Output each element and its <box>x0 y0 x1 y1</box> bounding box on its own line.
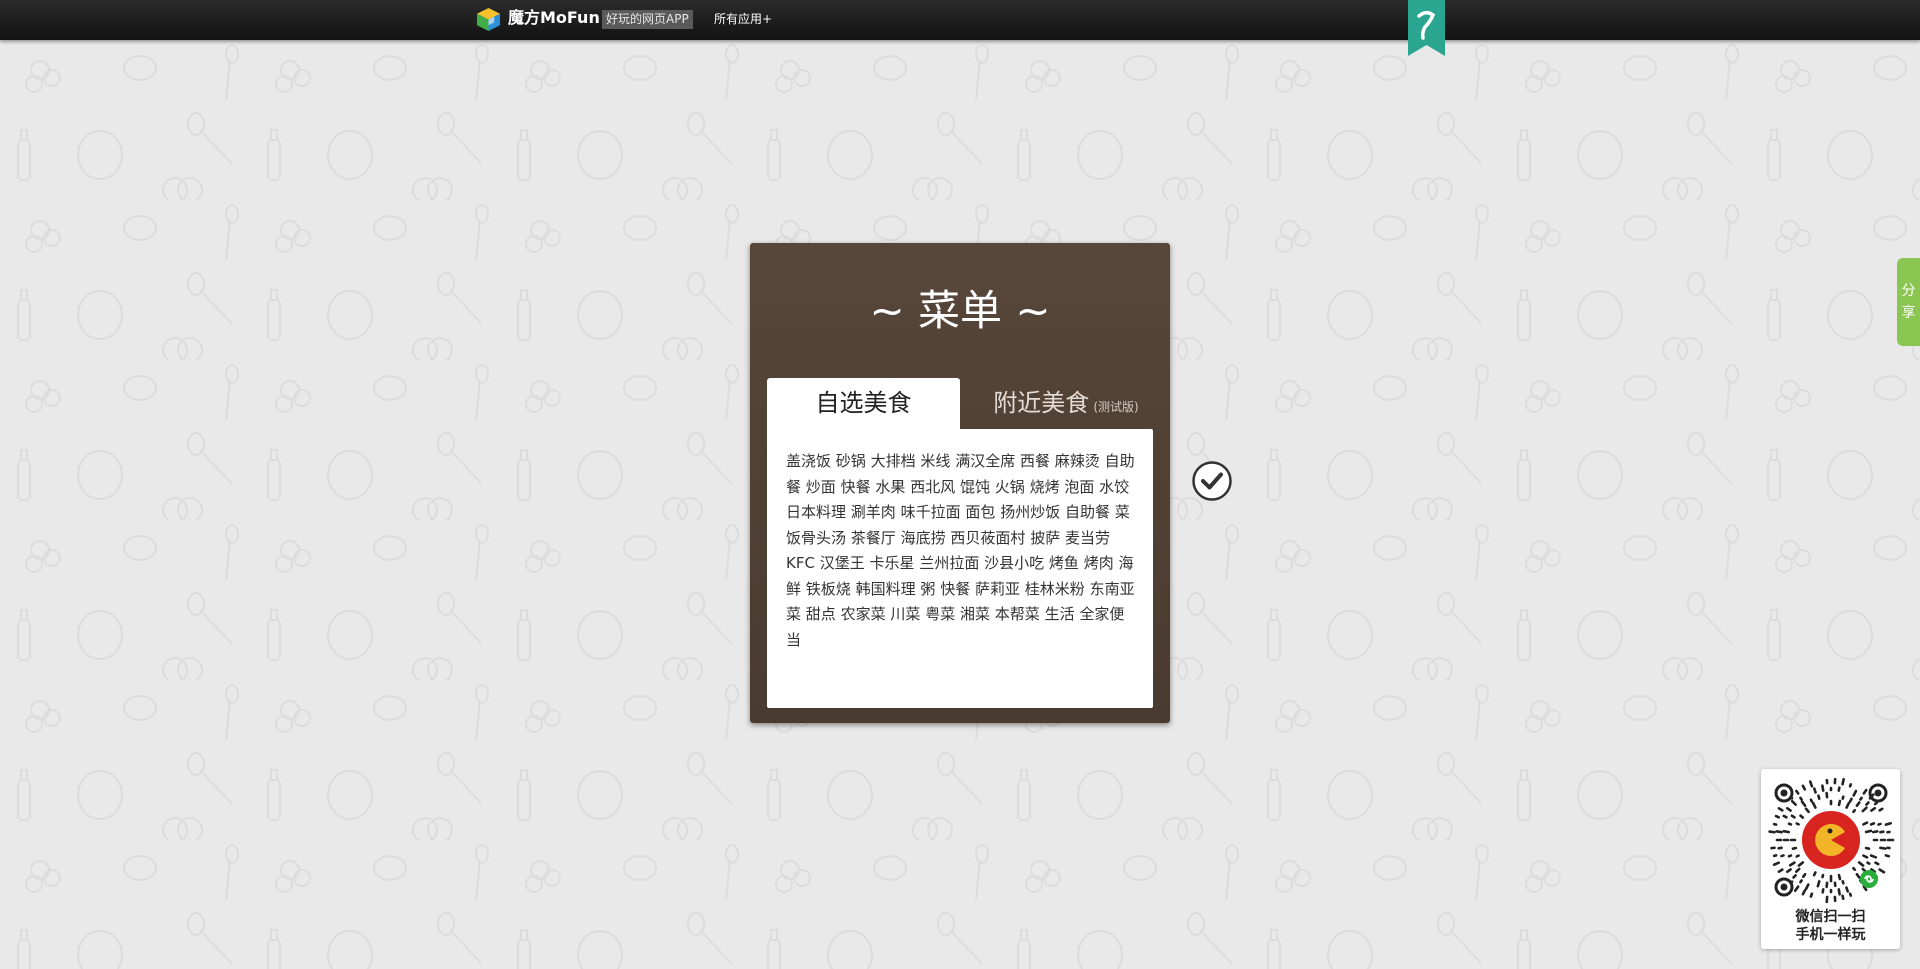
menu-item[interactable]: 快餐 <box>940 580 970 598</box>
menu-item[interactable]: 桂林米粉 <box>1025 580 1085 598</box>
menu-item[interactable]: 川菜 <box>890 605 920 623</box>
menu-item[interactable]: 味千拉面 <box>901 503 961 521</box>
site-slogan: 好玩的网页APP <box>602 10 693 29</box>
menu-item[interactable]: 扬州炒饭 <box>1000 503 1060 521</box>
menu-item[interactable]: 卡乐星 <box>870 554 915 572</box>
menu-item[interactable]: 大排档 <box>871 452 916 470</box>
tab-nearby-food[interactable]: 附近美食 (测试版) <box>976 378 1156 429</box>
tab-beta-note: (测试版) <box>1093 400 1139 414</box>
all-apps-link[interactable]: 所有应用+ <box>714 10 772 29</box>
top-navbar: 魔方MoFun 好玩的网页APP 所有应用+ <box>0 0 1920 40</box>
checkmark-icon[interactable] <box>1192 461 1232 501</box>
menu-item[interactable]: 火锅 <box>995 478 1025 496</box>
mofun-ribbon-icon[interactable] <box>1408 0 1445 56</box>
qr-code-icon <box>1768 777 1895 904</box>
menu-item[interactable]: 馄饨 <box>960 478 990 496</box>
menu-item[interactable]: 铁板烧 <box>806 580 851 598</box>
menu-item[interactable]: KFC <box>786 554 815 572</box>
menu-item[interactable]: 粤菜 <box>925 605 955 623</box>
menu-item[interactable]: 泡面 <box>1064 478 1094 496</box>
mofun-cube-logo-icon[interactable] <box>476 7 501 32</box>
menu-item[interactable]: 西贝莜面村 <box>950 529 1025 547</box>
menu-item[interactable]: 生活 <box>1045 605 1075 623</box>
tab-custom-food-label: 自选美食 <box>815 389 912 417</box>
menu-item[interactable]: 韩国料理 <box>856 580 916 598</box>
menu-item[interactable]: 茶餐厅 <box>851 529 896 547</box>
menu-item[interactable]: 涮羊肉 <box>851 503 896 521</box>
menu-item[interactable]: 米线 <box>920 452 950 470</box>
menu-item[interactable]: 自助餐 <box>1065 503 1110 521</box>
tab-custom-food[interactable]: 自选美食 <box>767 378 960 429</box>
menu-item[interactable]: 西餐 <box>1020 452 1050 470</box>
menu-item[interactable]: 烤鱼 <box>1049 554 1079 572</box>
menu-item[interactable]: 兰州拉面 <box>919 554 979 572</box>
menu-item[interactable]: 汉堡王 <box>820 554 865 572</box>
menu-item[interactable]: 湘菜 <box>960 605 990 623</box>
share-side-tab[interactable]: 分享 <box>1897 258 1920 346</box>
menu-item[interactable]: 本帮菜 <box>995 605 1040 623</box>
menu-item[interactable]: 甜点 <box>806 605 836 623</box>
menu-item[interactable]: 粥 <box>920 580 935 598</box>
menu-item[interactable]: 水果 <box>875 478 905 496</box>
menu-item[interactable]: 水饺 <box>1099 478 1129 496</box>
menu-item[interactable]: 快餐 <box>841 478 871 496</box>
menu-item[interactable]: 盖浇饭 <box>786 452 831 470</box>
share-label: 分享 <box>1901 283 1916 321</box>
menu-item[interactable]: 海底捞 <box>901 529 946 547</box>
menu-item[interactable]: 农家菜 <box>841 605 886 623</box>
menu-item-list: 盖浇饭 砂锅 大排档 米线 满汉全席 西餐 麻辣烫 自助餐 炒面 快餐 水果 西… <box>786 449 1136 653</box>
menu-item[interactable]: 麻辣烫 <box>1055 452 1100 470</box>
menu-item[interactable]: 烧烤 <box>1030 478 1060 496</box>
qr-caption-line2: 手机一样玩 <box>1795 927 1866 943</box>
menu-item[interactable]: 砂锅 <box>836 452 866 470</box>
menu-item[interactable]: 烤肉 <box>1084 554 1114 572</box>
wechat-qr-widget: 微信扫一扫 手机一样玩 <box>1761 769 1900 949</box>
menu-item[interactable]: 萨莉亚 <box>975 580 1020 598</box>
menu-item[interactable]: 麦当劳 <box>1065 529 1110 547</box>
menu-item[interactable]: 炒面 <box>806 478 836 496</box>
menu-item[interactable]: 面包 <box>965 503 995 521</box>
menu-title: ~ 菜单 ~ <box>869 286 1051 335</box>
qr-caption-line1: 微信扫一扫 <box>1795 909 1866 925</box>
menu-panel: 盖浇饭 砂锅 大排档 米线 满汉全席 西餐 麻辣烫 自助餐 炒面 快餐 水果 西… <box>767 429 1153 708</box>
menu-item[interactable]: 披萨 <box>1030 529 1060 547</box>
tab-nearby-food-label: 附近美食 <box>993 389 1090 417</box>
menu-item[interactable]: 日本料理 <box>786 503 846 521</box>
menu-item[interactable]: 沙县小吃 <box>984 554 1044 572</box>
menu-item[interactable]: 西北风 <box>910 478 955 496</box>
menu-card: ~ 菜单 ~ 自选美食 附近美食 (测试版) 盖浇饭 砂锅 大排档 米线 满汉全席… <box>750 243 1170 723</box>
site-logo-text[interactable]: 魔方MoFun <box>508 8 600 28</box>
menu-item[interactable]: 满汉全席 <box>955 452 1015 470</box>
